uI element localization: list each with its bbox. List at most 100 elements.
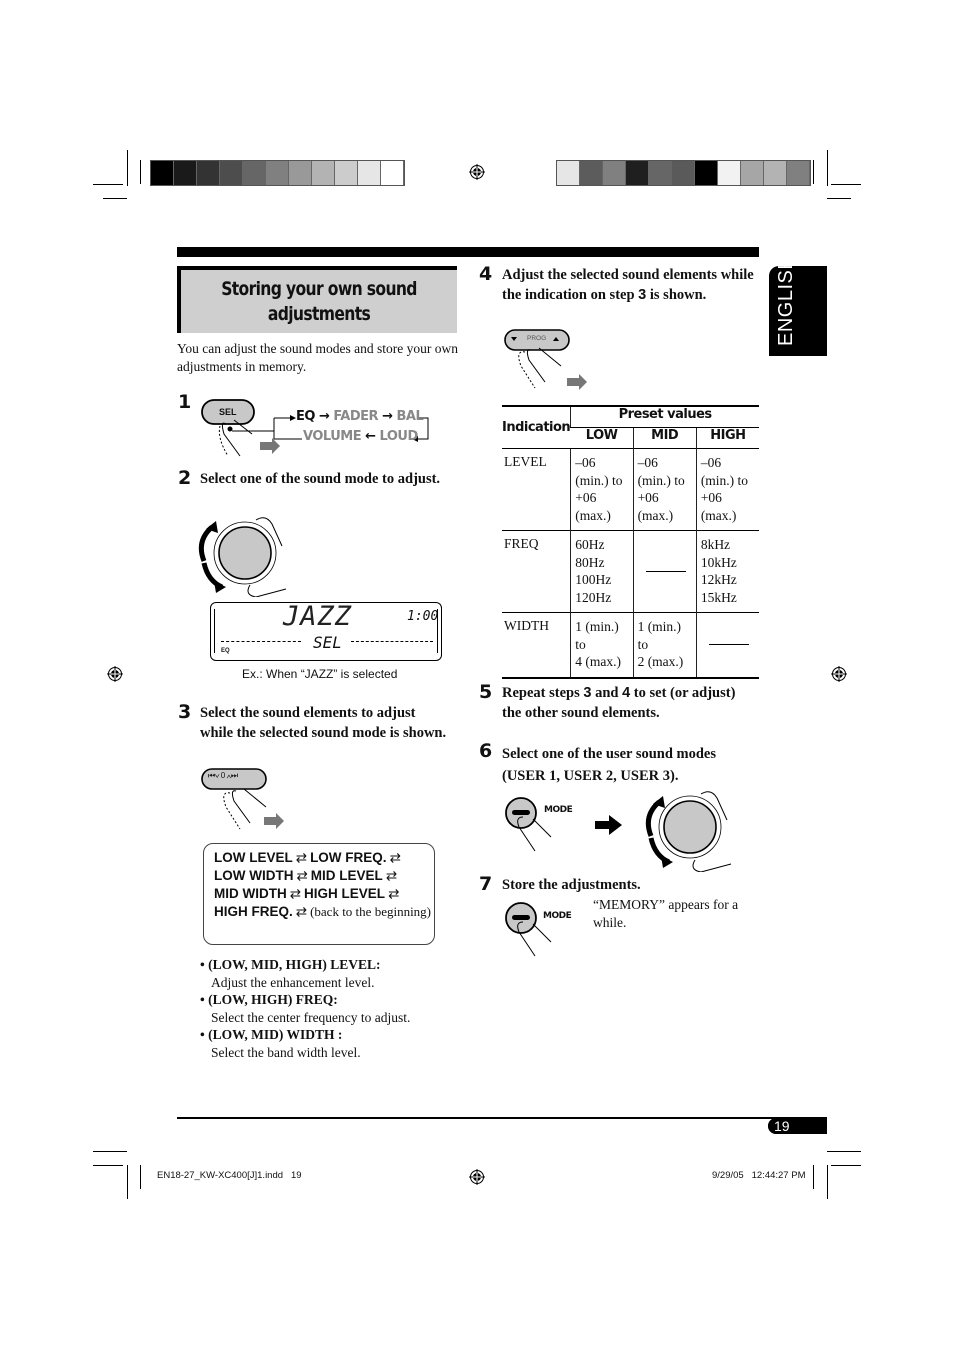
cell-high: –06 (min.) to +06 (max.) xyxy=(695,448,759,531)
lcd-display: JAZZ 1:00 SEL EQ xyxy=(210,601,442,661)
crop-mark xyxy=(127,150,128,186)
bullet-heading-text: (LOW, MID) WIDTH : xyxy=(208,1027,343,1043)
bullet-heading-text: (LOW, MID, HIGH) LEVEL: xyxy=(208,957,381,972)
track-button-label: ⏮∨ 0 ∧⏭ xyxy=(208,771,238,780)
flow-item-volume: VOLUME xyxy=(303,429,362,444)
color-swatch xyxy=(174,161,197,185)
bullet-description: Adjust the enhancement level. xyxy=(211,974,375,990)
step-7-text: Store the adjustments. xyxy=(502,877,641,893)
cell-line: (max.) xyxy=(700,507,737,523)
arrow-right-icon xyxy=(595,815,622,835)
color-swatch xyxy=(603,161,626,185)
step-number: 7 xyxy=(479,873,493,895)
crop-mark xyxy=(813,1165,814,1189)
step-number: 1 xyxy=(178,391,192,413)
color-swatch xyxy=(151,161,174,185)
language-tab-label: ENGLISH xyxy=(775,254,797,346)
cell-line: 1 (min.) xyxy=(637,619,682,634)
flow-item-loud: LOUD xyxy=(379,429,419,444)
bullet-description: Select the center frequency to adjust. xyxy=(211,1009,411,1025)
color-swatch xyxy=(626,161,649,185)
sequence-line: MID WIDTH ⇄ HIGH LEVEL ⇄ xyxy=(214,885,434,903)
table-row: FREQ 60Hz 80Hz 100Hz 120Hz 8kHz 10kHz 12kHz 15kH… xyxy=(502,530,759,613)
sequence-item: MID WIDTH xyxy=(214,886,287,901)
cell-line: to xyxy=(637,636,649,652)
mode-button-press-illustration xyxy=(505,902,552,957)
cell-low: –06 (min.) to +06 (max.) xyxy=(570,448,634,531)
cell-line: (min.) to xyxy=(575,472,623,488)
crop-mark xyxy=(93,184,123,185)
step-5-text-part: and xyxy=(591,685,623,701)
memory-note: “MEMORY” appears for a while. xyxy=(593,897,739,930)
color-calibration-bar-left xyxy=(150,160,405,186)
step-number: 5 xyxy=(479,681,493,703)
crop-mark xyxy=(827,1165,828,1199)
cell-line: 15kHz xyxy=(700,589,737,605)
sequence-end-note: (back to the beginning) xyxy=(310,904,432,919)
color-swatch xyxy=(266,161,289,185)
sequence-line: HIGH FREQ. ⇄ (back to the beginning) xyxy=(214,903,434,921)
crop-mark xyxy=(93,1165,123,1166)
header-high: HIGH xyxy=(695,427,759,449)
flow-item-fader: FADER xyxy=(333,409,379,424)
color-swatch xyxy=(197,161,220,185)
intro-paragraph: You can adjust the sound modes and store… xyxy=(177,341,458,374)
flow-item-bal: BAL xyxy=(396,409,424,424)
step-reference: 4 xyxy=(622,685,631,701)
preset-values-table: Indication Preset values LOW MID HIGH LE… xyxy=(502,405,759,679)
crop-mark xyxy=(827,198,851,199)
sequence-line: LOW WIDTH ⇄ MID LEVEL ⇄ xyxy=(214,867,434,885)
lcd-main-text: JAZZ xyxy=(283,601,353,632)
cell-high: 8kHz 10kHz 12kHz 15kHz xyxy=(695,530,759,613)
not-applicable-dash xyxy=(645,570,686,572)
cell-line: 80Hz xyxy=(575,554,605,570)
color-swatch xyxy=(220,161,243,185)
step-number: 2 xyxy=(178,467,192,489)
not-applicable-dash xyxy=(708,643,749,645)
crop-mark xyxy=(813,160,814,184)
prog-button-press-illustration xyxy=(504,329,587,390)
color-swatch xyxy=(358,161,381,185)
sequence-item: HIGH LEVEL xyxy=(304,886,386,901)
cell-low: 60Hz 80Hz 100Hz 120Hz xyxy=(570,530,634,613)
lcd-sub-text: SEL xyxy=(313,633,342,652)
sequence-item: HIGH FREQ. xyxy=(214,904,293,919)
swap-arrows-icon: ⇄ xyxy=(296,868,308,883)
cell-low: 1 (min.) to 4 (max.) xyxy=(570,612,634,678)
bullet-heading: • (LOW, MID) WIDTH : xyxy=(200,1027,343,1043)
color-calibration-bar-right xyxy=(556,160,811,186)
title-line-1: Storing your own sound xyxy=(221,278,417,300)
crop-mark xyxy=(831,1165,861,1166)
bottom-rule xyxy=(177,1117,827,1119)
mode-button-label: MODE xyxy=(543,911,572,921)
registration-mark-icon xyxy=(469,164,485,180)
table-row: WIDTH 1 (min.) to 4 (max.) 1 (min.) to 2 (max.… xyxy=(502,612,759,678)
swap-arrows-icon: ⇄ xyxy=(289,886,302,901)
cell-high xyxy=(695,612,759,678)
crop-mark xyxy=(831,184,861,185)
cell-line: +06 xyxy=(637,490,659,505)
cell-line: 12kHz xyxy=(700,572,737,587)
mode-button-label: MODE xyxy=(544,805,573,815)
registration-mark-icon xyxy=(469,1169,485,1185)
cell-line: 10kHz xyxy=(700,554,737,570)
cell-line: –06 xyxy=(575,455,596,470)
bullet-heading: • (LOW, MID, HIGH) LEVEL: xyxy=(200,957,381,972)
cell-line: 100Hz xyxy=(575,572,612,587)
section-title: Storing your own sound adjustments xyxy=(177,266,457,333)
header-mid: MID xyxy=(632,427,697,449)
sequence-line: LOW LEVEL ⇄ LOW FREQ. ⇄ xyxy=(214,849,434,867)
lcd-left-edge xyxy=(214,609,215,653)
lcd-dash-left xyxy=(221,641,301,642)
title-line-2: adjustments xyxy=(267,303,371,325)
cell-mid: –06 (min.) to +06 (max.) xyxy=(632,448,697,531)
row-label: FREQ xyxy=(504,536,539,551)
header-low: LOW xyxy=(585,428,618,443)
cell-line: –06 xyxy=(637,455,658,470)
color-swatch xyxy=(672,161,695,185)
header-indication: Indication xyxy=(502,406,571,449)
color-swatch xyxy=(695,161,718,185)
color-swatch xyxy=(649,161,672,185)
step-number: 3 xyxy=(178,701,192,723)
cell-line: 60Hz xyxy=(575,537,605,552)
